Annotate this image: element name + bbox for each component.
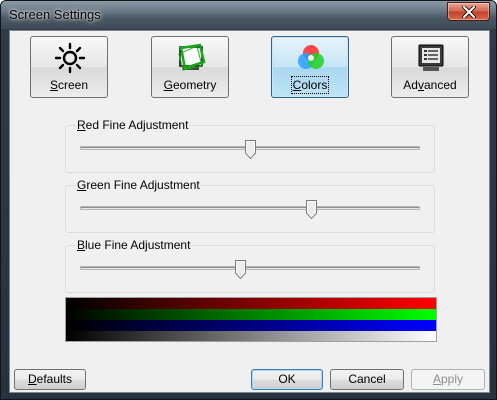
green-slider-thumb[interactable]: [306, 200, 318, 219]
title-bar[interactable]: Screen Settings: [1, 1, 496, 29]
window-title: Screen Settings: [9, 7, 101, 22]
tab-colors-label: Colors: [290, 76, 330, 94]
blue-fine-adjustment-group: Blue Fine Adjustment: [65, 238, 435, 293]
red-fine-adjustment-label: Red Fine Adjustment: [76, 118, 190, 132]
green-fine-adjustment-group: Green Fine Adjustment: [65, 178, 435, 233]
tab-screen-label: Screen: [49, 78, 89, 92]
tab-colors[interactable]: Colors: [271, 36, 349, 98]
screen-settings-window: Screen Settings Screen Geometry Colors A…: [0, 0, 497, 400]
blue-slider-thumb[interactable]: [234, 260, 246, 279]
tab-advanced[interactable]: Advanced: [391, 36, 469, 98]
green-slider-track[interactable]: [80, 206, 420, 210]
red-gradient-bar: [66, 298, 436, 309]
defaults-button[interactable]: Defaults: [14, 369, 86, 390]
geometry-icon: [178, 43, 206, 71]
rgb-circles-icon: [298, 45, 324, 69]
green-gradient-bar: [66, 309, 436, 320]
ok-button[interactable]: OK: [251, 369, 323, 390]
red-slider-thumb[interactable]: [245, 140, 256, 159]
color-gradient-preview: [65, 297, 437, 342]
cancel-button[interactable]: Cancel: [330, 369, 404, 390]
monitor-settings-icon: [418, 44, 444, 71]
apply-button[interactable]: Apply: [411, 369, 485, 390]
white-gradient-bar: [66, 331, 436, 341]
close-icon: [461, 5, 476, 18]
tab-geometry-label: Geometry: [163, 78, 217, 92]
dialog-client-area: Screen Geometry Colors Advanced Red Fine…: [9, 30, 490, 393]
blue-gradient-bar: [66, 320, 436, 331]
tab-advanced-label: Advanced: [403, 78, 457, 92]
blue-fine-adjustment-label: Blue Fine Adjustment: [76, 238, 192, 252]
red-fine-adjustment-group: Red Fine Adjustment: [65, 118, 435, 173]
tab-screen[interactable]: Screen: [30, 36, 108, 98]
close-button[interactable]: [447, 2, 490, 21]
tab-geometry[interactable]: Geometry: [151, 36, 229, 98]
blue-slider-track[interactable]: [80, 266, 420, 270]
sun-icon: [54, 42, 86, 74]
green-fine-adjustment-label: Green Fine Adjustment: [76, 178, 201, 192]
